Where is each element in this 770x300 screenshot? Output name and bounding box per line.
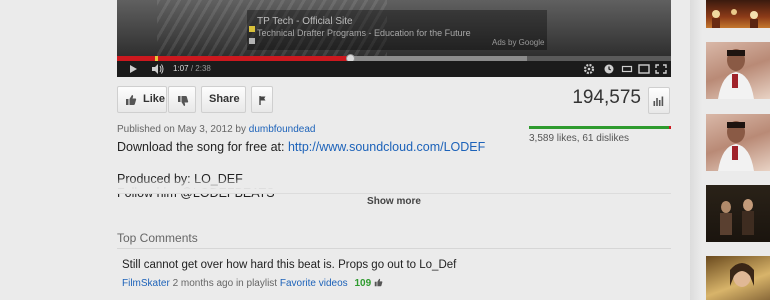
comment-text: Still cannot get over how hard this beat… <box>122 259 457 271</box>
time-display: 1:07 / 2:38 <box>173 64 211 73</box>
watch-later-clock-icon[interactable] <box>603 61 615 77</box>
comment-meta: FilmSkater 2 months ago in playlist Favo… <box>122 278 383 289</box>
dislike-button[interactable] <box>168 86 196 113</box>
flag-icon <box>259 96 266 105</box>
show-more-button[interactable]: Show more <box>117 196 671 207</box>
soundcloud-link[interactable]: http://www.soundcloud.com/LODEF <box>288 140 485 154</box>
ad-title[interactable]: TP Tech - Official Site <box>257 16 353 27</box>
comment-playlist-link[interactable]: Favorite videos <box>280 278 348 289</box>
likes-ratio-bar <box>529 126 671 129</box>
like-button[interactable]: Like <box>117 86 167 113</box>
video-player[interactable]: TP Tech - Official Site Technical Drafte… <box>117 0 671 77</box>
description-text: Download the song for free at: <box>117 140 285 154</box>
ad-info-icon <box>249 26 255 32</box>
dislikes-ratio-segment <box>668 126 671 129</box>
related-video-thumbnail[interactable] <box>706 0 770 28</box>
show-more-divider <box>117 193 671 194</box>
fullscreen-icon[interactable] <box>655 61 667 77</box>
bar-chart-icon <box>653 96 664 106</box>
view-count: 194,575 <box>572 87 641 108</box>
current-time: 1:07 <box>173 64 189 73</box>
thumbnail-image <box>720 199 754 235</box>
ad-by-label: Ads by Google <box>492 38 545 47</box>
likes-dislikes-count: 3,589 likes, 61 dislikes <box>529 133 630 144</box>
settings-gear-icon[interactable] <box>583 61 595 77</box>
thumbnail-image <box>718 121 754 171</box>
ad-info-icon-secondary <box>249 38 255 44</box>
related-video-thumbnail[interactable] <box>706 256 770 300</box>
published-date: Published on May 3, 2012 by <box>117 124 246 135</box>
related-video-thumbnail[interactable] <box>706 114 770 171</box>
related-video-thumbnail[interactable] <box>706 42 770 99</box>
uploader-link[interactable]: dumbfoundead <box>249 124 316 135</box>
share-label: Share <box>209 93 240 105</box>
thumbnail-image <box>730 263 754 287</box>
play-icon[interactable] <box>129 61 139 77</box>
sidebar-edge <box>690 0 702 300</box>
description-fade <box>110 178 680 194</box>
comments-heading: Top Comments <box>117 231 198 245</box>
volume-icon[interactable] <box>150 61 166 77</box>
published-info: Published on May 3, 2012 by dumbfoundead <box>117 124 316 135</box>
stats-button[interactable] <box>648 87 670 114</box>
small-player-icon[interactable] <box>621 61 633 77</box>
comment-thumbs-up-icon[interactable] <box>374 278 383 287</box>
thumbs-down-icon <box>178 96 189 106</box>
duration: 2:38 <box>195 64 211 73</box>
thumbs-up-icon <box>126 95 137 105</box>
comment-time: 2 months ago in playlist <box>172 278 278 289</box>
share-button[interactable]: Share <box>201 86 246 113</box>
player-controls: 1:07 / 2:38 <box>117 61 671 77</box>
thumbnail-image <box>718 49 754 99</box>
comment-vote-count: 109 <box>354 278 372 289</box>
comment-author-link[interactable]: FilmSkater <box>122 278 170 289</box>
comments-divider <box>117 248 671 249</box>
large-player-icon[interactable] <box>638 61 650 77</box>
related-video-thumbnail[interactable] <box>706 185 770 242</box>
flag-button[interactable] <box>251 86 273 113</box>
ad-text[interactable]: Technical Drafter Programs - Education f… <box>257 28 471 38</box>
thumbnail-image <box>712 9 758 28</box>
description-line-1: Download the song for free at: http://ww… <box>117 140 485 154</box>
like-label: Like <box>143 93 166 105</box>
watch-page-main: TP Tech - Official Site Technical Drafte… <box>0 0 690 300</box>
